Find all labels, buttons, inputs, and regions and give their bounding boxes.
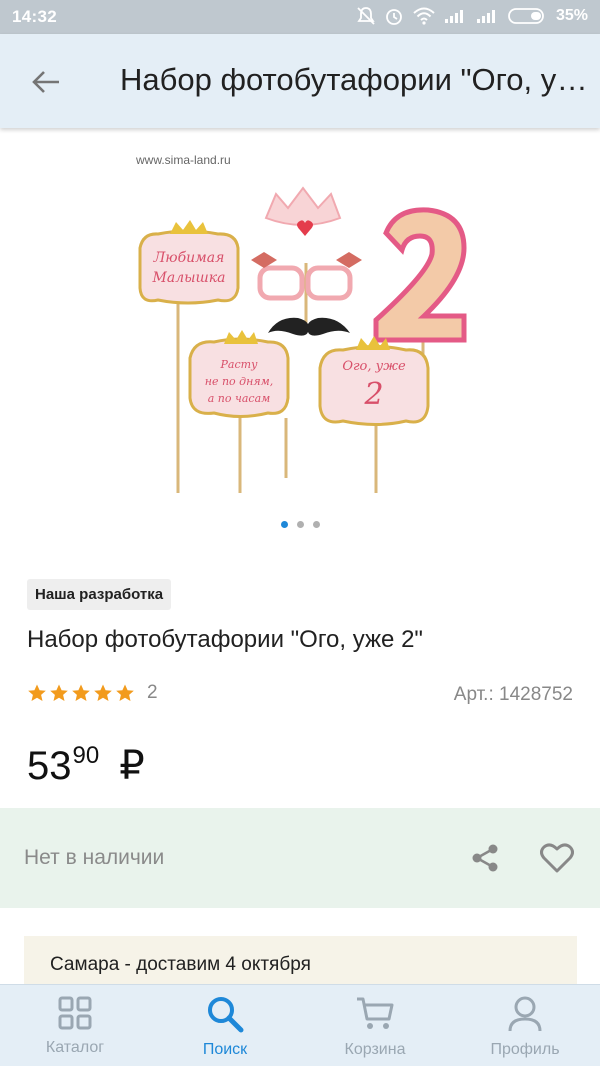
- price-integer: 53: [27, 744, 72, 788]
- svg-text:Любимая: Любимая: [153, 250, 225, 266]
- mute-bell-icon: [357, 7, 375, 25]
- article-label: Арт.:: [453, 684, 494, 705]
- review-count[interactable]: 2: [147, 682, 158, 704]
- delivery-info: Самара - доставим 4 октября: [50, 954, 311, 975]
- star-icon: [28, 684, 46, 701]
- arrow-back-icon: [32, 71, 59, 93]
- pager-dot[interactable]: [312, 521, 320, 528]
- price-fraction: 90: [72, 742, 100, 769]
- nav-label: Поиск: [202, 1041, 248, 1058]
- battery-icon: [508, 8, 544, 24]
- status-icons: 35%: [356, 6, 588, 26]
- profile-icon: [508, 996, 542, 1032]
- svg-text:не по дням,: не по дням,: [205, 375, 274, 388]
- svg-text:а по часам: а по часам: [208, 392, 271, 405]
- nav-label: Корзина: [344, 1041, 406, 1058]
- search-icon: [208, 997, 244, 1033]
- brand-badge: Наша разработка: [27, 579, 172, 610]
- rating-stars: [27, 683, 135, 703]
- nav-search[interactable]: Поиск: [150, 985, 300, 1066]
- star-icon: [94, 684, 112, 701]
- battery-percent: 35%: [555, 7, 588, 24]
- nav-label: Каталог: [45, 1039, 105, 1056]
- product-photo: Любимая Малышка Расту не по дням, а по ч…: [138, 186, 467, 493]
- availability-bar: Нет в наличии: [0, 808, 600, 908]
- pager-dot[interactable]: [296, 521, 304, 528]
- nav-catalog[interactable]: Каталог: [0, 985, 150, 1066]
- wifi-icon: [413, 7, 435, 25]
- heart-icon: [540, 843, 574, 873]
- svg-text:2: 2: [363, 377, 383, 412]
- bottom-nav: Каталог Поиск Корзина Профиль: [0, 984, 600, 1066]
- product-title: Набор фотобутафории "Ого, уже 2": [27, 626, 423, 653]
- price-currency: ₽: [119, 744, 145, 788]
- alarm-icon: [386, 9, 402, 25]
- back-button[interactable]: [24, 62, 68, 102]
- price: 53 90 ₽: [27, 742, 145, 790]
- status-time: 14:32: [12, 7, 57, 26]
- signal-icon: [476, 10, 495, 23]
- app-bar-title: Набор фотобутафории "Ого, уже 2": [120, 62, 590, 97]
- nav-profile[interactable]: Профиль: [450, 985, 600, 1066]
- article-value: 1428752: [499, 684, 573, 705]
- nav-label: Профиль: [490, 1041, 560, 1058]
- availability-status: Нет в наличии: [24, 846, 165, 869]
- star-icon: [72, 684, 90, 701]
- share-button[interactable]: [465, 838, 505, 878]
- app-bar: Набор фотобутафории "Ого, уже 2": [0, 34, 600, 128]
- svg-text:Ого, уже: Ого, уже: [342, 359, 406, 374]
- share-icon: [472, 844, 498, 872]
- image-pager: [0, 521, 600, 528]
- star-icon: [50, 684, 68, 701]
- signal-icon: [444, 10, 463, 23]
- article-number: Арт.: 1428752: [454, 684, 573, 706]
- grid-icon: [58, 996, 92, 1030]
- status-bar: 14:32 35%: [0, 0, 600, 34]
- cart-icon: [357, 997, 394, 1029]
- favorite-button[interactable]: [537, 838, 577, 878]
- rating[interactable]: 2: [27, 682, 158, 704]
- pager-dot-active[interactable]: [280, 521, 288, 528]
- star-icon: [116, 684, 134, 701]
- nav-cart[interactable]: Корзина: [300, 985, 450, 1066]
- product-image-carousel[interactable]: www.sima-land.ru Любимая Малышка Расту н…: [128, 148, 472, 494]
- svg-text:Расту: Расту: [220, 358, 259, 371]
- svg-text:Малышка: Малышка: [152, 270, 226, 286]
